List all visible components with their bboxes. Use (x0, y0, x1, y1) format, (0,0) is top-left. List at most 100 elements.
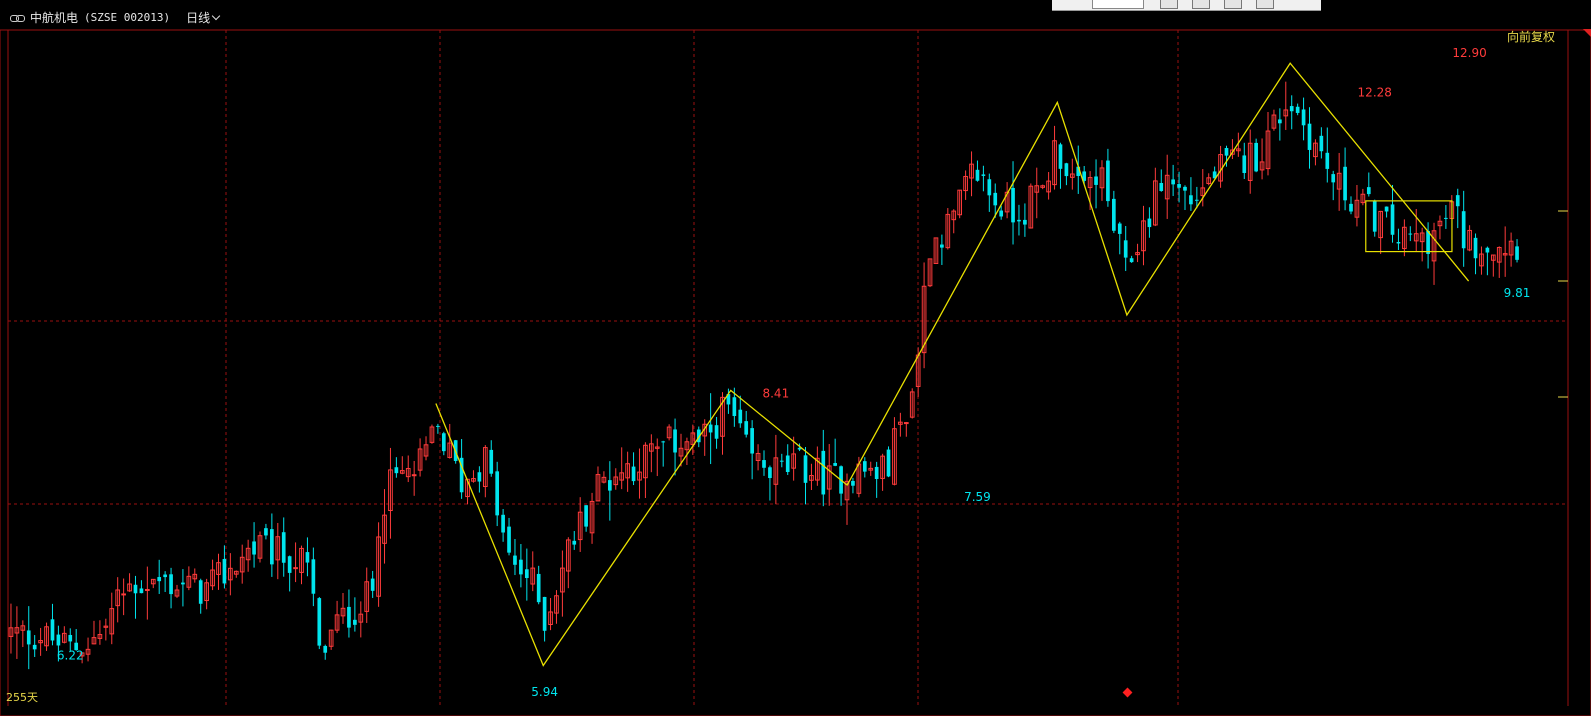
candle (340, 592, 346, 624)
candle (1259, 138, 1265, 180)
candle (921, 262, 927, 369)
candle (654, 438, 660, 477)
candle-body (1461, 211, 1466, 249)
candle-body (1408, 233, 1413, 235)
candle-body (1183, 186, 1187, 191)
candle-body (157, 577, 162, 582)
candle-body (1064, 163, 1069, 177)
candle (257, 531, 263, 563)
candle (1153, 167, 1158, 227)
candle (38, 627, 43, 656)
candle-body (1396, 242, 1401, 244)
low-price-label: 9.81 (1504, 286, 1531, 300)
candle (833, 438, 837, 467)
candle (613, 468, 619, 490)
candle-body (1289, 106, 1294, 112)
candle-body (750, 428, 754, 454)
candle-body (411, 474, 417, 477)
candle-body (50, 619, 55, 641)
candle-body (851, 480, 855, 486)
candle (880, 453, 885, 491)
candle (1354, 184, 1360, 227)
candle (1004, 182, 1010, 219)
candle (542, 596, 547, 642)
candle-body (999, 210, 1004, 217)
candle (133, 575, 138, 619)
candle-body (1301, 109, 1306, 126)
candle (530, 551, 536, 592)
candle (750, 420, 754, 480)
candle (471, 470, 476, 483)
candle-body (1278, 119, 1282, 124)
candle-body (762, 460, 766, 468)
candle-body (673, 429, 677, 453)
candle (1206, 173, 1212, 186)
candle-body (821, 450, 826, 495)
candle (489, 440, 494, 477)
candle (482, 445, 488, 498)
candle (762, 450, 766, 476)
adjust-mode-label[interactable]: 向前复权 (1507, 28, 1555, 45)
candle (1349, 196, 1353, 215)
candle (157, 559, 162, 594)
candle-body (572, 540, 577, 545)
candle (1028, 183, 1034, 229)
candle (287, 555, 292, 592)
candle-body (975, 169, 980, 181)
candle-body (305, 552, 310, 563)
candle (1301, 97, 1306, 141)
candle-body (1147, 218, 1152, 228)
candle-body (311, 559, 316, 594)
candle (139, 580, 144, 594)
candle (637, 448, 642, 499)
candle (773, 434, 779, 505)
candles (8, 81, 1519, 670)
candle (127, 573, 132, 592)
candle (572, 531, 577, 550)
candle-body (513, 555, 517, 565)
candle (347, 589, 351, 638)
candle (803, 446, 808, 505)
candle (625, 451, 630, 492)
candle (1325, 127, 1330, 183)
candle (1242, 142, 1247, 179)
candle (1479, 246, 1484, 275)
candle (1254, 138, 1258, 173)
candle (264, 523, 268, 540)
candle-body (768, 467, 772, 479)
candle (1271, 109, 1277, 131)
candle (1064, 162, 1069, 186)
candle (163, 571, 167, 592)
candle (1384, 206, 1389, 218)
candle (145, 566, 150, 620)
candle (210, 559, 215, 591)
candle (631, 452, 636, 486)
candle (495, 461, 500, 527)
candle (376, 522, 381, 607)
candle (601, 471, 607, 484)
candle (945, 208, 951, 250)
candle-body (133, 584, 138, 594)
candle (619, 447, 625, 490)
candle (270, 513, 274, 577)
candle (293, 542, 298, 583)
candle (554, 590, 559, 624)
candle (1313, 139, 1318, 166)
candle (821, 429, 826, 507)
candle-body (1349, 203, 1353, 212)
candle (1360, 188, 1366, 206)
candle (1011, 161, 1015, 245)
candle-body (293, 567, 298, 570)
high-price-label: 12.28 (1358, 85, 1392, 99)
candle (1336, 152, 1342, 211)
candle (1502, 226, 1508, 277)
candle-body (744, 421, 749, 435)
candle (1247, 129, 1253, 194)
candle-body (584, 505, 588, 527)
candle (252, 522, 256, 568)
candle (1419, 227, 1425, 262)
candle-body (270, 529, 274, 565)
candlestick-chart[interactable]: 6.22 5.94 8.41 7.59 12.28 12.90 9.81 (0, 0, 1591, 716)
candle-body (441, 433, 446, 452)
candle (417, 438, 423, 477)
